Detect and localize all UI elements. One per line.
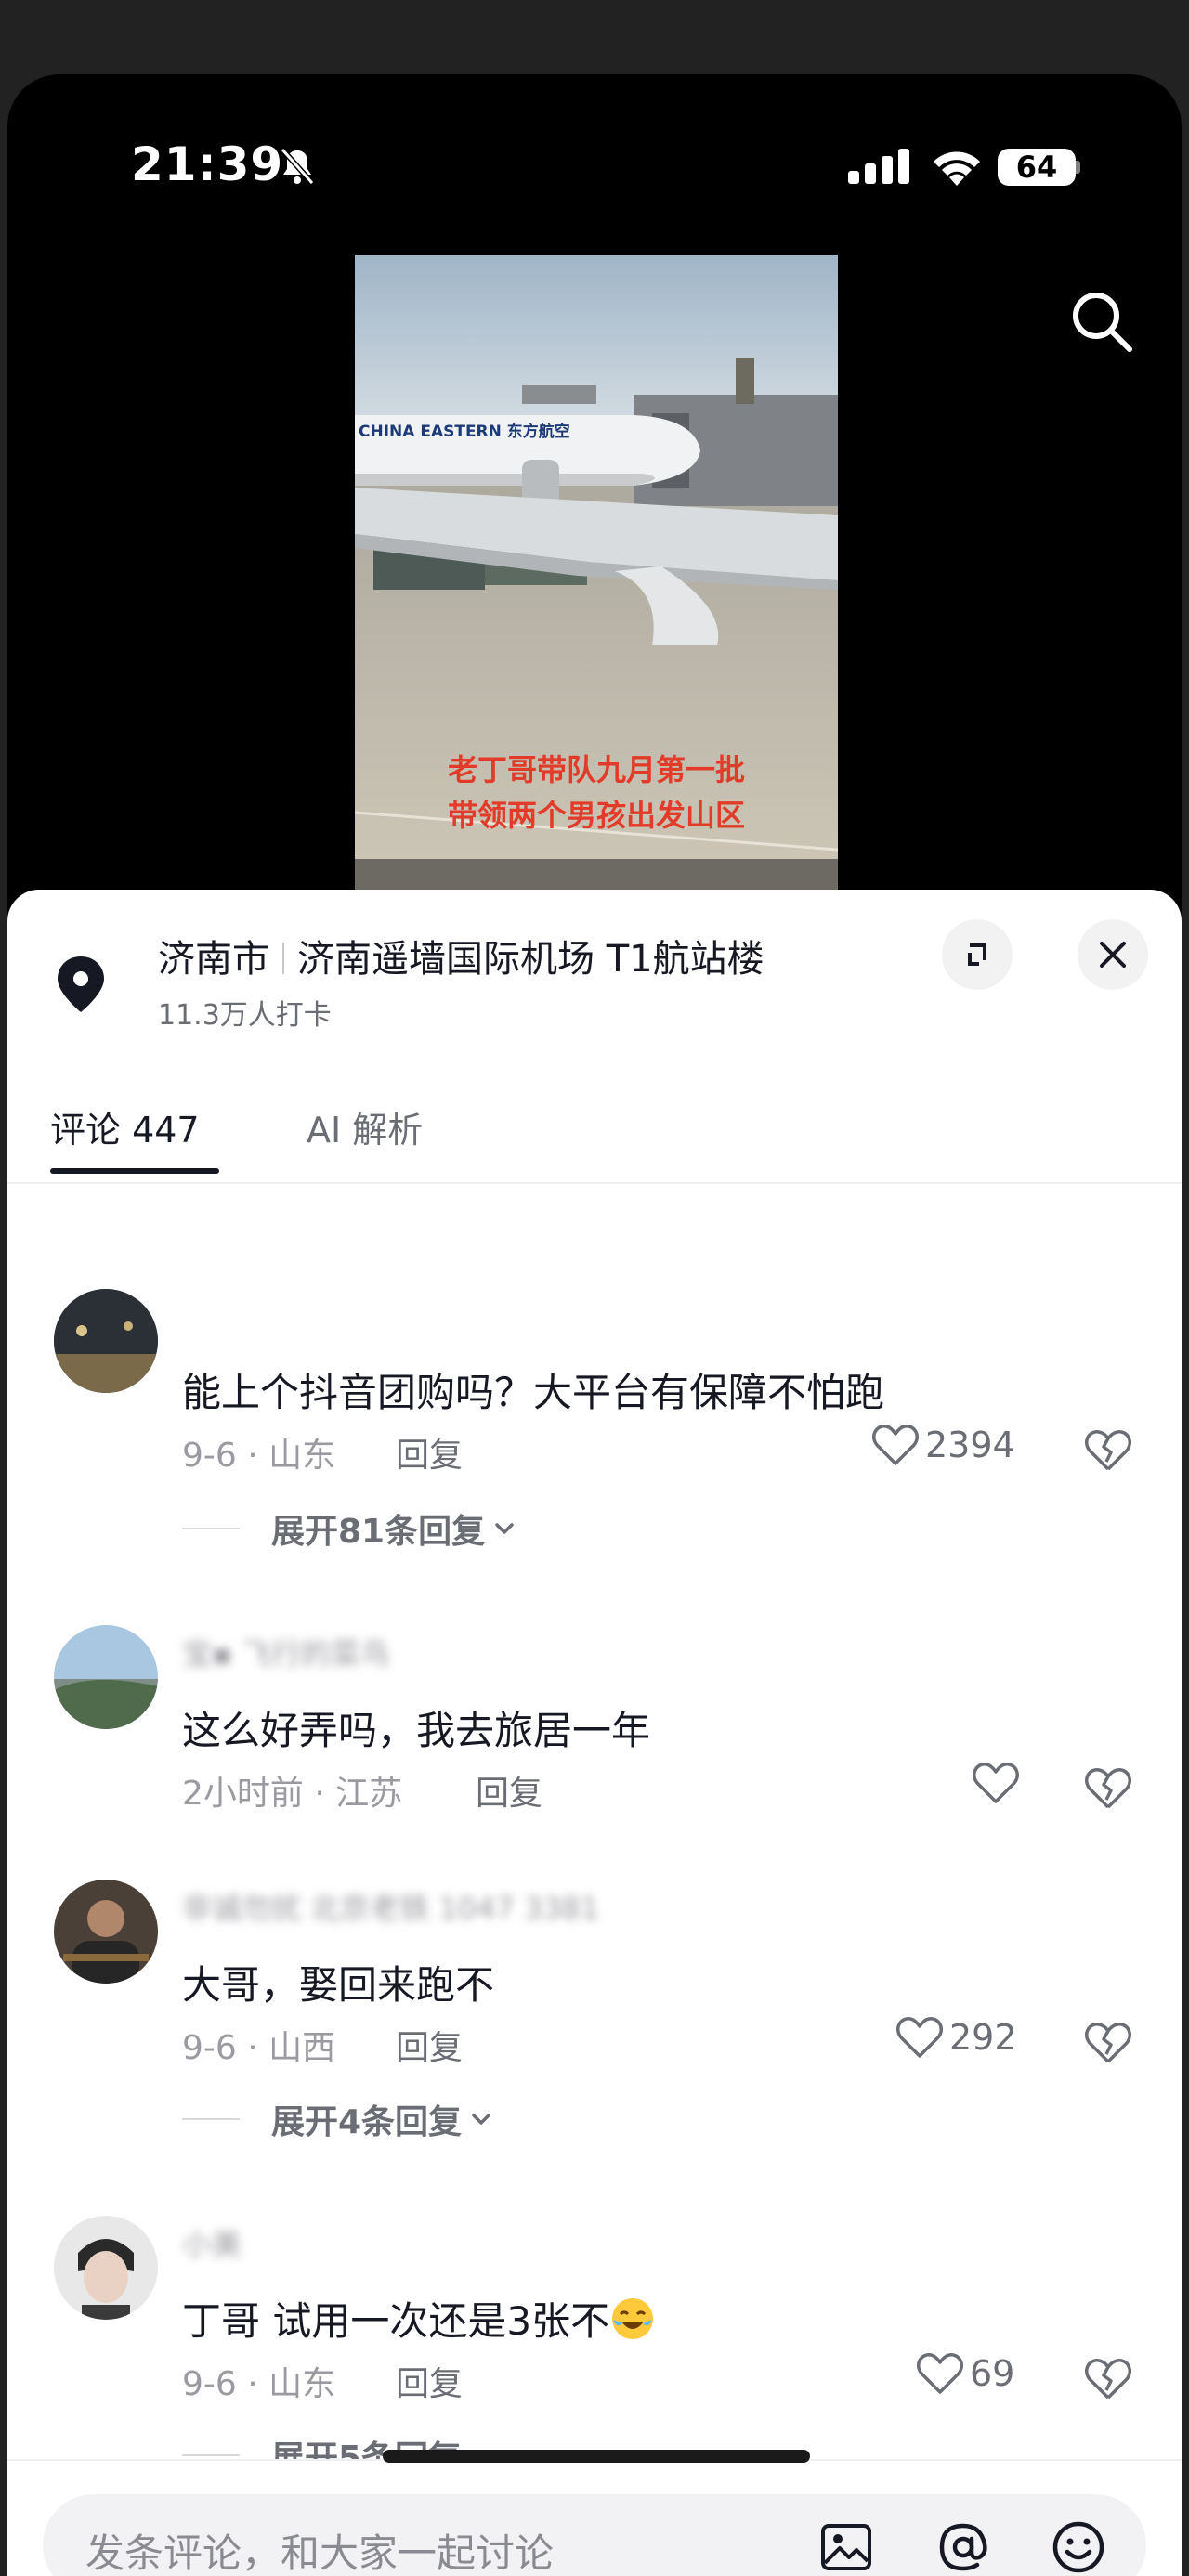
avatar-image (54, 1625, 158, 1729)
comment-meta: 9-6 · 山东 (182, 1437, 336, 1475)
expand-line (182, 1528, 240, 1529)
heart-icon (917, 2353, 963, 2394)
comment-text: 能上个抖音团购吗？大平台有保障不怕跑 (182, 1370, 885, 1415)
like-count: 69 (970, 2353, 1015, 2394)
video-player[interactable]: CHINA EASTERN 东方航空 老丁哥带队九月第一批 带领两个男孩出发山区 (355, 255, 838, 896)
battery-tip (1076, 161, 1080, 174)
tab-ai-analysis[interactable]: AI 解析 (307, 1101, 423, 1152)
location-title[interactable]: 济南市 济南遥墙国际机场 T1航站楼 (158, 929, 764, 982)
like-count: 292 (949, 2017, 1017, 2058)
comment-username[interactable]: 非诚勿扰 北京老铁 1047 3381 (182, 1885, 599, 1928)
video-frame: CHINA EASTERN 东方航空 老丁哥带队九月第一批 带领两个男孩出发山区 (355, 255, 838, 896)
close-button[interactable] (1078, 919, 1148, 990)
home-indicator[interactable] (383, 2450, 810, 2463)
expand-line (182, 2118, 240, 2120)
comment-meta: 9-6 · 山西 (182, 2029, 336, 2067)
location-pin-icon (58, 956, 104, 1012)
expand-replies-button[interactable]: 展开81条回复 (182, 1504, 518, 1553)
avatar[interactable] (54, 1289, 158, 1393)
battery-indicator: 64 (998, 149, 1081, 186)
tab-comments[interactable]: 评论 447 (50, 1101, 200, 1152)
avatar[interactable] (54, 2216, 158, 2320)
battery-level: 64 (998, 149, 1076, 186)
like-button[interactable]: 2394 (871, 1423, 1015, 1467)
chevron-down-icon (495, 1523, 514, 1534)
comment-meta: 9-6 · 山东 (182, 2365, 336, 2403)
avatar[interactable] (54, 1880, 158, 1984)
heart-icon (973, 1763, 1019, 1803)
chevron-down-icon (472, 2114, 490, 2125)
close-icon (1100, 942, 1126, 968)
expand-replies-label: 展开4条回复 (271, 2103, 463, 2141)
comment-username[interactable]: 小美 (182, 2221, 242, 2264)
wifi-icon (934, 151, 980, 186)
laugh-cry-emoji-icon (612, 2298, 654, 2339)
video-caption-line-2: 带领两个男孩出发山区 (448, 798, 745, 833)
comment-text: 丁哥 试用一次还是3张不 (182, 2290, 656, 2347)
status-time: 21:39 (131, 137, 284, 191)
heart-icon (872, 1425, 919, 1465)
reply-button[interactable]: 回复 (396, 2357, 463, 2405)
avatar-image (54, 1289, 158, 1393)
cellular-signal-icon (848, 149, 909, 184)
avatar-image (54, 1880, 158, 1984)
comment-text: 大哥，娶回来跑不 (182, 1962, 495, 2008)
at-mention-icon[interactable] (934, 2518, 992, 2576)
emoji-icon[interactable] (1050, 2518, 1107, 2576)
title-separator (282, 943, 284, 974)
like-button[interactable]: 292 (895, 2015, 1017, 2060)
location-checkins: 11.3万人打卡 (158, 999, 332, 1032)
avatar[interactable] (54, 1625, 158, 1729)
heart-icon (896, 2017, 943, 2058)
reply-button[interactable]: 回复 (396, 2021, 463, 2069)
search-icon[interactable] (1066, 286, 1137, 357)
video-caption-line-1: 老丁哥带队九月第一批 (448, 752, 745, 787)
tab-active-indicator (50, 1168, 219, 1174)
like-count: 2394 (925, 1425, 1015, 1465)
broken-heart-icon[interactable] (1083, 2355, 1133, 2401)
reply-button[interactable]: 回复 (396, 1428, 463, 1477)
expand-line (182, 2454, 240, 2456)
status-bar: 21:39 64 (7, 74, 1182, 260)
avatar-image (54, 2216, 158, 2320)
like-button[interactable] (972, 1761, 1026, 1805)
expand-replies-button[interactable]: 展开4条回复 (182, 2095, 495, 2143)
comment-meta: 2小时前 · 江苏 (182, 1775, 403, 1813)
comment-username[interactable]: 宝▪ 飞行的菜鸟 (182, 1631, 390, 1673)
reply-button[interactable]: 回复 (476, 1766, 542, 1815)
phone-screen: 21:39 64 CHINA EASTERN 东方航空 老丁哥带队九月第一批 带… (7, 74, 1182, 2576)
broken-heart-icon[interactable] (1083, 2019, 1133, 2065)
comment-text: 这么好弄吗，我去旅居一年 (182, 1708, 651, 1753)
comment-input-placeholder: 发条评论，和大家一起讨论 (85, 2530, 555, 2576)
bell-muted-icon (280, 148, 315, 185)
location-place: 济南遥墙国际机场 T1航站楼 (297, 938, 764, 981)
comments-sheet: 济南市济南遥墙国际机场 T1航站楼 11.3万人打卡 评论 447 AI 解析 (7, 890, 1182, 2576)
comment-input-bar: 发条评论，和大家一起讨论 (7, 2459, 1182, 2576)
broken-heart-icon[interactable] (1083, 1764, 1133, 1811)
image-icon[interactable] (817, 2518, 875, 2576)
comment-text-body: 丁哥 试用一次还是3张不 (182, 2298, 610, 2344)
location-city: 济南市 (158, 938, 269, 981)
expand-icon (968, 943, 986, 966)
plane-livery-text: CHINA EASTERN 东方航空 (359, 422, 570, 441)
expand-button[interactable] (942, 919, 1013, 990)
comment-input[interactable]: 发条评论，和大家一起讨论 (43, 2494, 1146, 2576)
broken-heart-icon[interactable] (1083, 1426, 1133, 1473)
tab-divider (7, 1182, 1182, 1184)
like-button[interactable]: 69 (916, 2351, 1014, 2396)
expand-replies-label: 展开81条回复 (271, 1513, 486, 1551)
